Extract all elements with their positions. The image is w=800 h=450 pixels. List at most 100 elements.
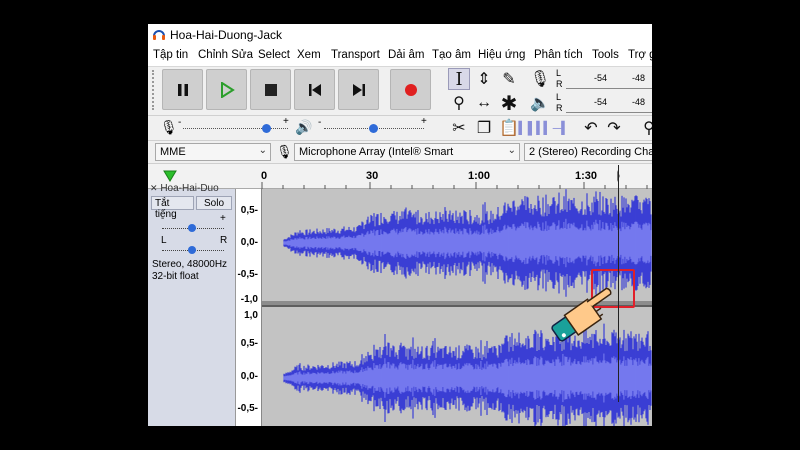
playback-meter-r: R [556,103,563,113]
menu-effect[interactable]: Hiệu ứng [478,49,525,61]
record-meter-r: R [556,79,563,89]
record-volume-slider[interactable] [183,128,288,130]
stop-button[interactable] [250,69,291,110]
multi-tool[interactable]: ✱ [498,92,520,115]
microphone-icon: 🎙 [160,119,178,135]
skip-start-icon [308,83,321,96]
record-meter-button[interactable]: 🎙 [529,68,551,90]
pencil-icon: ✎ [502,71,516,88]
scale-label: 0,0- [240,371,258,382]
trim-button[interactable]: ▍▌▍ [519,117,546,139]
record-volume-minus: - [178,117,182,128]
stop-icon [264,83,277,96]
silence-audio-icon: ▍─▍ [543,121,571,135]
zoom-tool[interactable]: ⚲ [448,92,470,114]
pause-icon [177,83,188,96]
menu-bar: Tập tin Chỉnh Sửa Select Xem Transport D… [148,46,652,66]
skip-end-button[interactable] [338,69,379,110]
solo-label: Solo [203,198,224,209]
record-icon [404,83,417,96]
copy-button[interactable]: ❐ [473,117,495,139]
menu-tracks[interactable]: Dải âm [388,49,424,61]
track-name-button[interactable]: ✕ Hoa-Hai-Duo [150,183,234,195]
magnifier-icon: ⚲ [453,95,465,112]
cut-button[interactable]: ✂ [448,117,470,139]
record-meter-bar[interactable] [566,70,652,89]
slider-thumb[interactable] [188,224,196,232]
menu-transport[interactable]: Transport [331,49,380,61]
speaker-icon: 🔈 [530,95,550,112]
menu-select[interactable]: Select [258,49,290,61]
slider-thumb[interactable] [188,246,196,254]
redo-button[interactable]: ↷ [603,117,625,139]
sample-rate-info: Stereo, 48000Hz [152,259,228,270]
pointing-hand-icon [551,287,612,342]
recording-channels-select[interactable]: 2 (Stereo) Recording Chann [524,143,652,161]
gain-minus-label: - [161,213,165,224]
time-shift-tool[interactable]: ↔ [473,92,495,114]
undo-icon: ↶ [584,120,598,137]
microphone-icon: 🎙 [529,71,551,88]
playback-meter-l: L [556,92,562,102]
scale-label: 1,0 [244,310,258,321]
pause-button[interactable] [162,69,203,110]
scale-label: -0,5- [237,269,258,280]
skip-start-button[interactable] [294,69,335,110]
menu-edit[interactable]: Chỉnh Sửa [198,49,253,61]
clipboard-icon: 📋 [499,120,519,137]
silence-button[interactable]: ▍─▍ [543,117,571,139]
undo-button[interactable]: ↶ [580,117,602,139]
menu-tools[interactable]: Tools [592,49,619,61]
redo-icon: ↷ [607,120,621,137]
playback-volume-plus: + [421,116,427,127]
audio-host-value: MME [160,146,186,158]
scissors-icon: ✂ [452,120,466,137]
audacity-window: Hoa-Hai-Duong-Jack Tập tin Chỉnh Sửa Sel… [148,24,652,426]
double-arrow-icon: ↔ [476,94,492,111]
slider-thumb[interactable] [262,124,271,133]
gain-plus-label: + [220,213,226,224]
menu-file[interactable]: Tập tin [153,49,188,61]
pan-right-label: R [220,235,228,246]
skip-end-icon [352,83,365,96]
magnifier-icon: ⚲ [643,120,652,137]
selection-tool[interactable]: I [448,68,470,90]
recording-device-value: Microphone Array (Intel® Smart [299,146,454,158]
zoom-in-button[interactable]: ⚲ [638,117,652,139]
menu-view[interactable]: Xem [297,49,321,61]
speaker-icon: 🔊 [295,119,313,135]
mute-label: Tắt tiếng [155,198,177,220]
playback-meter-bar[interactable] [566,94,652,113]
audacity-logo-icon [153,30,165,40]
menu-generate[interactable]: Tạo âm [432,49,471,61]
track-control-panel: ✕ Hoa-Hai-Duo Tắt tiếng Solo - + L R Ste… [148,183,236,426]
play-icon [220,81,235,98]
menu-analyze[interactable]: Phân tích [534,49,583,61]
recording-channels-value: 2 (Stereo) Recording Chann [529,146,652,158]
menu-help[interactable]: Trợ g [628,49,652,61]
play-button[interactable] [206,69,247,110]
mute-button[interactable]: Tắt tiếng [151,196,194,220]
chevron-down-icon: ⌄ [258,145,267,156]
track-name: Hoa-Hai-Duo [160,183,219,194]
slider-thumb[interactable] [369,124,378,133]
scale-label: -0,5- [237,403,258,414]
playback-meter-button[interactable]: 🔈 [529,92,551,114]
scale-label: 0,5- [240,205,258,216]
playback-volume-minus: - [318,117,322,128]
copy-icon: ❐ [476,120,492,137]
record-button[interactable] [390,69,431,110]
audio-host-select[interactable]: MME ⌄ [155,143,271,161]
envelope-tool[interactable]: ⇕ [473,68,495,90]
recording-device-select[interactable]: Microphone Array (Intel® Smart ⌄ [294,143,520,161]
scale-label: 0,5- [240,338,258,349]
paste-button[interactable]: 📋 [498,117,520,139]
close-icon[interactable]: ✕ [150,183,158,193]
window-title: Hoa-Hai-Duong-Jack [170,28,283,42]
draw-tool[interactable]: ✎ [498,68,520,90]
record-volume-plus: + [283,116,289,127]
title-bar: Hoa-Hai-Duong-Jack [148,24,652,46]
solo-button[interactable]: Solo [196,196,232,210]
scale-label: -1,0 [240,294,258,305]
chevron-down-icon: ⌄ [507,145,516,156]
